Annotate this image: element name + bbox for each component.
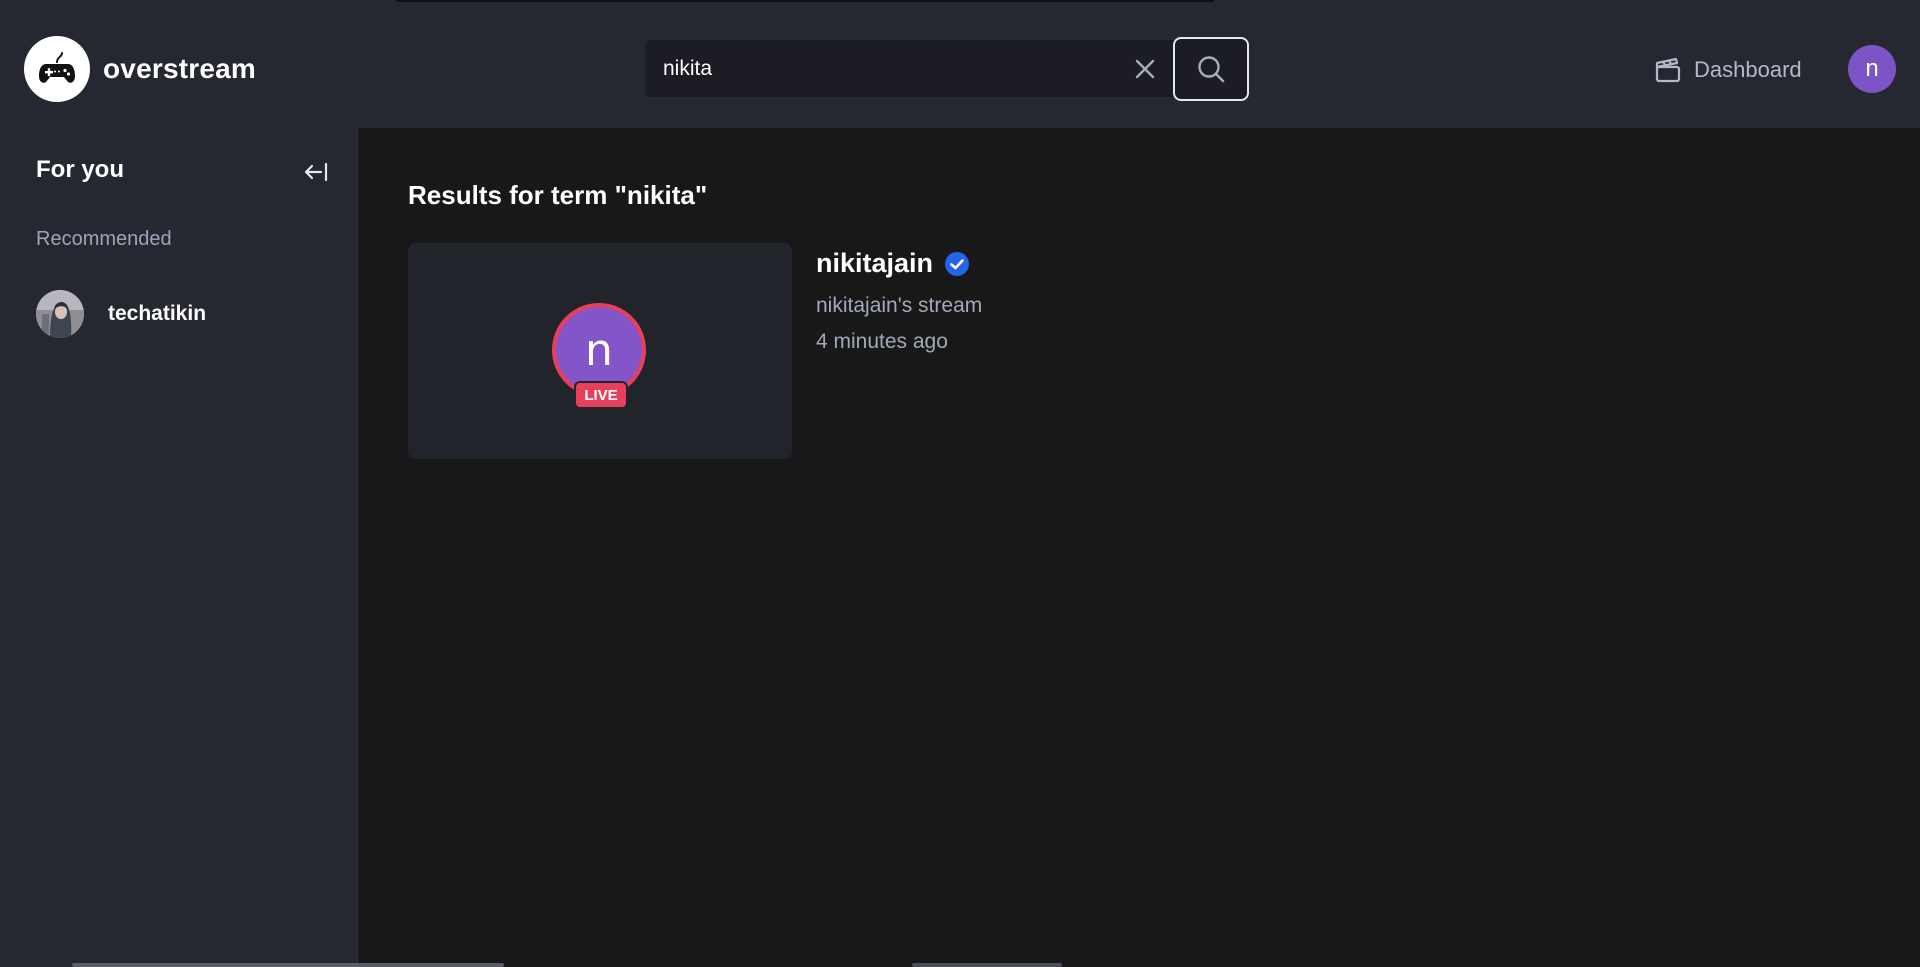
brand-name: overstream [103, 53, 256, 84]
window-top-edge [396, 0, 1214, 2]
result-time-ago: 4 minutes ago [816, 330, 948, 353]
brand-logo[interactable]: overstream [24, 36, 256, 102]
result-thumbnail[interactable]: n LIVE [408, 243, 792, 459]
page-title: Results for term "nikita" [408, 180, 708, 210]
search-button[interactable] [1173, 37, 1249, 101]
close-icon[interactable] [1130, 54, 1160, 84]
search-input[interactable] [645, 40, 1105, 97]
avatar [36, 290, 84, 338]
dashboard-label: Dashboard [1694, 57, 1802, 82]
search-bar [645, 40, 1174, 97]
scrollbar[interactable] [912, 963, 1062, 967]
dashboard-link[interactable]: Dashboard [1654, 53, 1802, 87]
result-username-link[interactable]: nikitajain [816, 248, 970, 279]
live-badge: LIVE [574, 381, 628, 409]
arrow-left-to-line-icon [304, 162, 328, 182]
recommended-label: Recommended [36, 228, 172, 250]
verified-badge-icon [945, 251, 970, 276]
gamepad-icon [24, 36, 90, 102]
sidebar-title: For you [36, 156, 124, 183]
collapse-sidebar-button[interactable] [302, 158, 330, 186]
sidebar-item-label: techatikin [108, 302, 207, 325]
result-username: nikitajain [816, 248, 934, 278]
user-avatar[interactable]: n [1848, 45, 1896, 93]
sidebar-item-techatikin[interactable]: techatikin [36, 290, 206, 338]
search-icon [1198, 56, 1225, 83]
sidebar: For you Recommended techatikin [0, 128, 358, 967]
scrollbar[interactable] [72, 963, 504, 967]
top-navbar: overstream Dashboard n [0, 0, 1920, 128]
clapperboard-icon [1655, 57, 1681, 83]
result-stream-name: nikitajain's stream [816, 294, 983, 317]
